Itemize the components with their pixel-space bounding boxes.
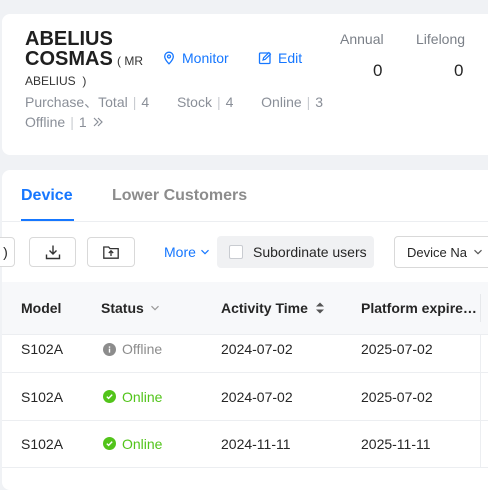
row-status: Online bbox=[103, 373, 162, 420]
filter-chevron-icon[interactable] bbox=[150, 303, 160, 313]
column-header-model[interactable]: Model bbox=[21, 282, 61, 334]
offline-label: Offline bbox=[25, 114, 66, 130]
location-pin-icon bbox=[164, 51, 174, 65]
lifelong-value: 0 bbox=[454, 61, 464, 80]
row-activity-time: 2024-07-02 bbox=[221, 341, 293, 357]
row-activity-time: 2024-07-02 bbox=[221, 388, 293, 405]
info-circle-icon bbox=[103, 342, 116, 356]
offline-value: 1 bbox=[78, 114, 87, 130]
subordinate-users-label: Subordinate users bbox=[253, 244, 367, 260]
partial-toolbar-button[interactable]: ) bbox=[0, 237, 15, 267]
customer-name-line3: ABELIUS ) bbox=[25, 74, 87, 88]
stock-label: Stock bbox=[176, 94, 212, 110]
table-row[interactable]: S102A Online 2024-11-11 2025-11-11 bbox=[2, 420, 488, 468]
purchase-total-label: Purchase、Total bbox=[25, 94, 128, 110]
annual-label: Annual bbox=[340, 31, 384, 47]
column-header-activity-time[interactable]: Activity Time bbox=[221, 282, 326, 334]
row-activity-time: 2024-11-11 bbox=[221, 435, 291, 452]
row-platform-expire: 2025-07-02 bbox=[361, 341, 433, 357]
device-stats-line2: Offline | 1 bbox=[25, 114, 104, 130]
check-circle-icon bbox=[103, 437, 116, 450]
device-stats-line1: Purchase、Total | 4 Stock | 4 Online | 3 bbox=[25, 94, 324, 110]
column-header-platform-expire[interactable]: Platform expire… bbox=[361, 282, 477, 334]
customer-name-line1: ABELIUS bbox=[25, 28, 113, 50]
stock-value: 4 bbox=[225, 94, 234, 110]
edit-button[interactable]: Edit bbox=[258, 50, 302, 66]
status-header-label: Status bbox=[101, 300, 144, 316]
row-status-text: Online bbox=[122, 388, 163, 405]
column-divider bbox=[480, 294, 481, 322]
checkbox-box[interactable] bbox=[229, 245, 243, 259]
subordinate-users-checkbox[interactable]: Subordinate users bbox=[217, 236, 374, 268]
chevron-down-icon bbox=[474, 249, 482, 255]
device-name-select[interactable]: Device Na bbox=[394, 236, 488, 268]
column-header-status[interactable]: Status bbox=[101, 282, 160, 334]
lifelong-label: Lifelong bbox=[416, 31, 466, 47]
download-button[interactable] bbox=[29, 237, 76, 267]
download-icon bbox=[45, 245, 60, 260]
tab-device[interactable]: Device bbox=[21, 187, 73, 205]
table-row[interactable]: S102A Offline 2024-07-02 2025-07-02 bbox=[2, 335, 488, 373]
row-status-text: Offline bbox=[122, 341, 163, 357]
online-value: 3 bbox=[315, 94, 324, 110]
row-model: S102A bbox=[21, 388, 64, 405]
column-divider bbox=[480, 373, 481, 420]
row-status-text: Online bbox=[122, 435, 163, 452]
table-row[interactable]: S102A Online 2024-07-02 2025-07-02 bbox=[2, 373, 488, 421]
monitor-button[interactable]: Monitor bbox=[162, 50, 229, 66]
edit-icon bbox=[258, 51, 272, 65]
purchase-total-value: 4 bbox=[141, 94, 150, 110]
activity-time-header-label: Activity Time bbox=[221, 300, 308, 316]
table-header: Model Status Activity Time Platform expi… bbox=[2, 282, 488, 335]
tab-divider bbox=[2, 221, 488, 222]
device-select-value: Device Na bbox=[407, 244, 467, 260]
tab-lower-customers[interactable]: Lower Customers bbox=[112, 187, 247, 205]
more-dropdown[interactable]: More bbox=[164, 244, 210, 260]
column-divider bbox=[480, 335, 481, 372]
row-platform-expire: 2025-07-02 bbox=[361, 388, 433, 405]
check-circle-icon bbox=[103, 390, 116, 403]
row-status: Offline bbox=[103, 335, 162, 363]
upload-button[interactable] bbox=[87, 237, 135, 267]
online-label: Online bbox=[261, 94, 302, 110]
more-label: More bbox=[164, 244, 196, 260]
row-model: S102A bbox=[21, 341, 64, 357]
column-divider bbox=[480, 420, 481, 467]
partial-paren-icon: ) bbox=[3, 244, 8, 260]
upload-folder-icon bbox=[103, 246, 119, 259]
chevron-down-icon bbox=[200, 249, 209, 255]
double-chevron-right-icon[interactable] bbox=[92, 116, 104, 128]
sort-icon[interactable] bbox=[314, 301, 326, 315]
customer-name-paren: ( MR bbox=[117, 54, 143, 68]
device-panel: Device Lower Customers ) More Subordinat… bbox=[0, 170, 488, 490]
annual-value: 0 bbox=[373, 61, 383, 80]
row-status: Online bbox=[103, 420, 162, 467]
edit-label: Edit bbox=[278, 50, 303, 66]
customer-name-line2: COSMAS bbox=[25, 48, 113, 70]
customer-info-card: ABELIUS COSMAS ( MR ABELIUS ) Monitor Ed… bbox=[2, 14, 488, 155]
row-model: S102A bbox=[21, 435, 64, 452]
row-platform-expire: 2025-11-11 bbox=[361, 435, 431, 452]
monitor-label: Monitor bbox=[182, 50, 229, 66]
